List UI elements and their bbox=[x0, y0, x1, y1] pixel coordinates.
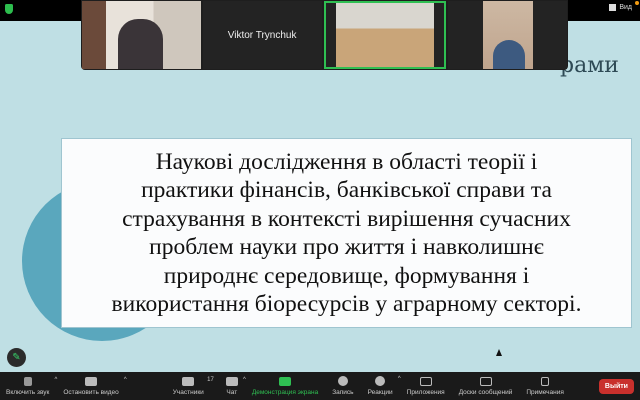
chevron-up-icon[interactable]: ^ bbox=[398, 376, 401, 382]
video-tile[interactable] bbox=[448, 1, 567, 69]
shared-screen-slide: рами Наукові дослідження в області теорі… bbox=[0, 21, 640, 372]
record-icon bbox=[337, 376, 348, 386]
reactions-button[interactable]: Реакции ^ bbox=[368, 376, 401, 396]
participants-button[interactable]: Участники 17 bbox=[173, 376, 214, 396]
annotate-pencil-icon[interactable]: ✎ bbox=[7, 348, 26, 367]
whiteboards-button[interactable]: Доски сообщений bbox=[459, 376, 512, 396]
share-screen-button[interactable]: Демонстрация экрана bbox=[252, 376, 318, 396]
share-screen-icon bbox=[279, 376, 292, 386]
mouse-cursor-icon bbox=[496, 349, 502, 356]
whiteboard-icon bbox=[479, 376, 492, 386]
slide-text: Наукові дослідження в області теорії і п… bbox=[111, 148, 582, 318]
view-grid-icon bbox=[609, 4, 617, 11]
participant-video bbox=[482, 1, 533, 69]
video-tile-active-speaker[interactable] bbox=[323, 1, 447, 69]
video-camera-icon bbox=[85, 376, 98, 386]
notification-dot bbox=[635, 1, 639, 5]
slide-text-box: Наукові дослідження в області теорії і п… bbox=[61, 138, 632, 328]
meeting-toolbar: Включить звук ^ Остановить видео ^ Участни… bbox=[0, 372, 640, 400]
record-button[interactable]: Запись bbox=[332, 376, 354, 396]
muted-microphone-icon bbox=[23, 376, 32, 386]
apps-icon bbox=[419, 376, 432, 386]
video-tile-name[interactable]: Viktor Trynchuk bbox=[202, 1, 322, 69]
leave-button[interactable]: Выйти bbox=[598, 378, 634, 394]
chevron-up-icon[interactable]: ^ bbox=[243, 377, 246, 383]
notes-button[interactable]: Примечания bbox=[526, 376, 564, 396]
chat-bubble-icon bbox=[225, 376, 238, 386]
chevron-up-icon[interactable]: ^ bbox=[55, 377, 58, 383]
apps-button[interactable]: Приложения bbox=[407, 376, 445, 396]
participant-video bbox=[335, 3, 434, 67]
reaction-smiley-icon bbox=[375, 376, 386, 386]
stop-video-button[interactable]: Остановить видео ^ bbox=[63, 376, 127, 396]
video-tile[interactable] bbox=[82, 1, 201, 69]
view-button[interactable]: Вид bbox=[609, 4, 632, 11]
participant-name: Viktor Trynchuk bbox=[227, 29, 297, 41]
slide-title-fragment: рами bbox=[560, 53, 619, 78]
chat-button[interactable]: Чат ^ bbox=[225, 376, 246, 396]
notes-icon bbox=[541, 376, 550, 386]
unmute-button[interactable]: Включить звук ^ bbox=[6, 376, 57, 396]
security-shield-icon[interactable] bbox=[5, 4, 13, 14]
participants-count: 17 bbox=[207, 376, 214, 383]
participant-video bbox=[117, 19, 163, 69]
video-strip: Viktor Trynchuk bbox=[81, 0, 568, 70]
participants-icon bbox=[182, 376, 195, 386]
chevron-up-icon[interactable]: ^ bbox=[124, 377, 127, 383]
